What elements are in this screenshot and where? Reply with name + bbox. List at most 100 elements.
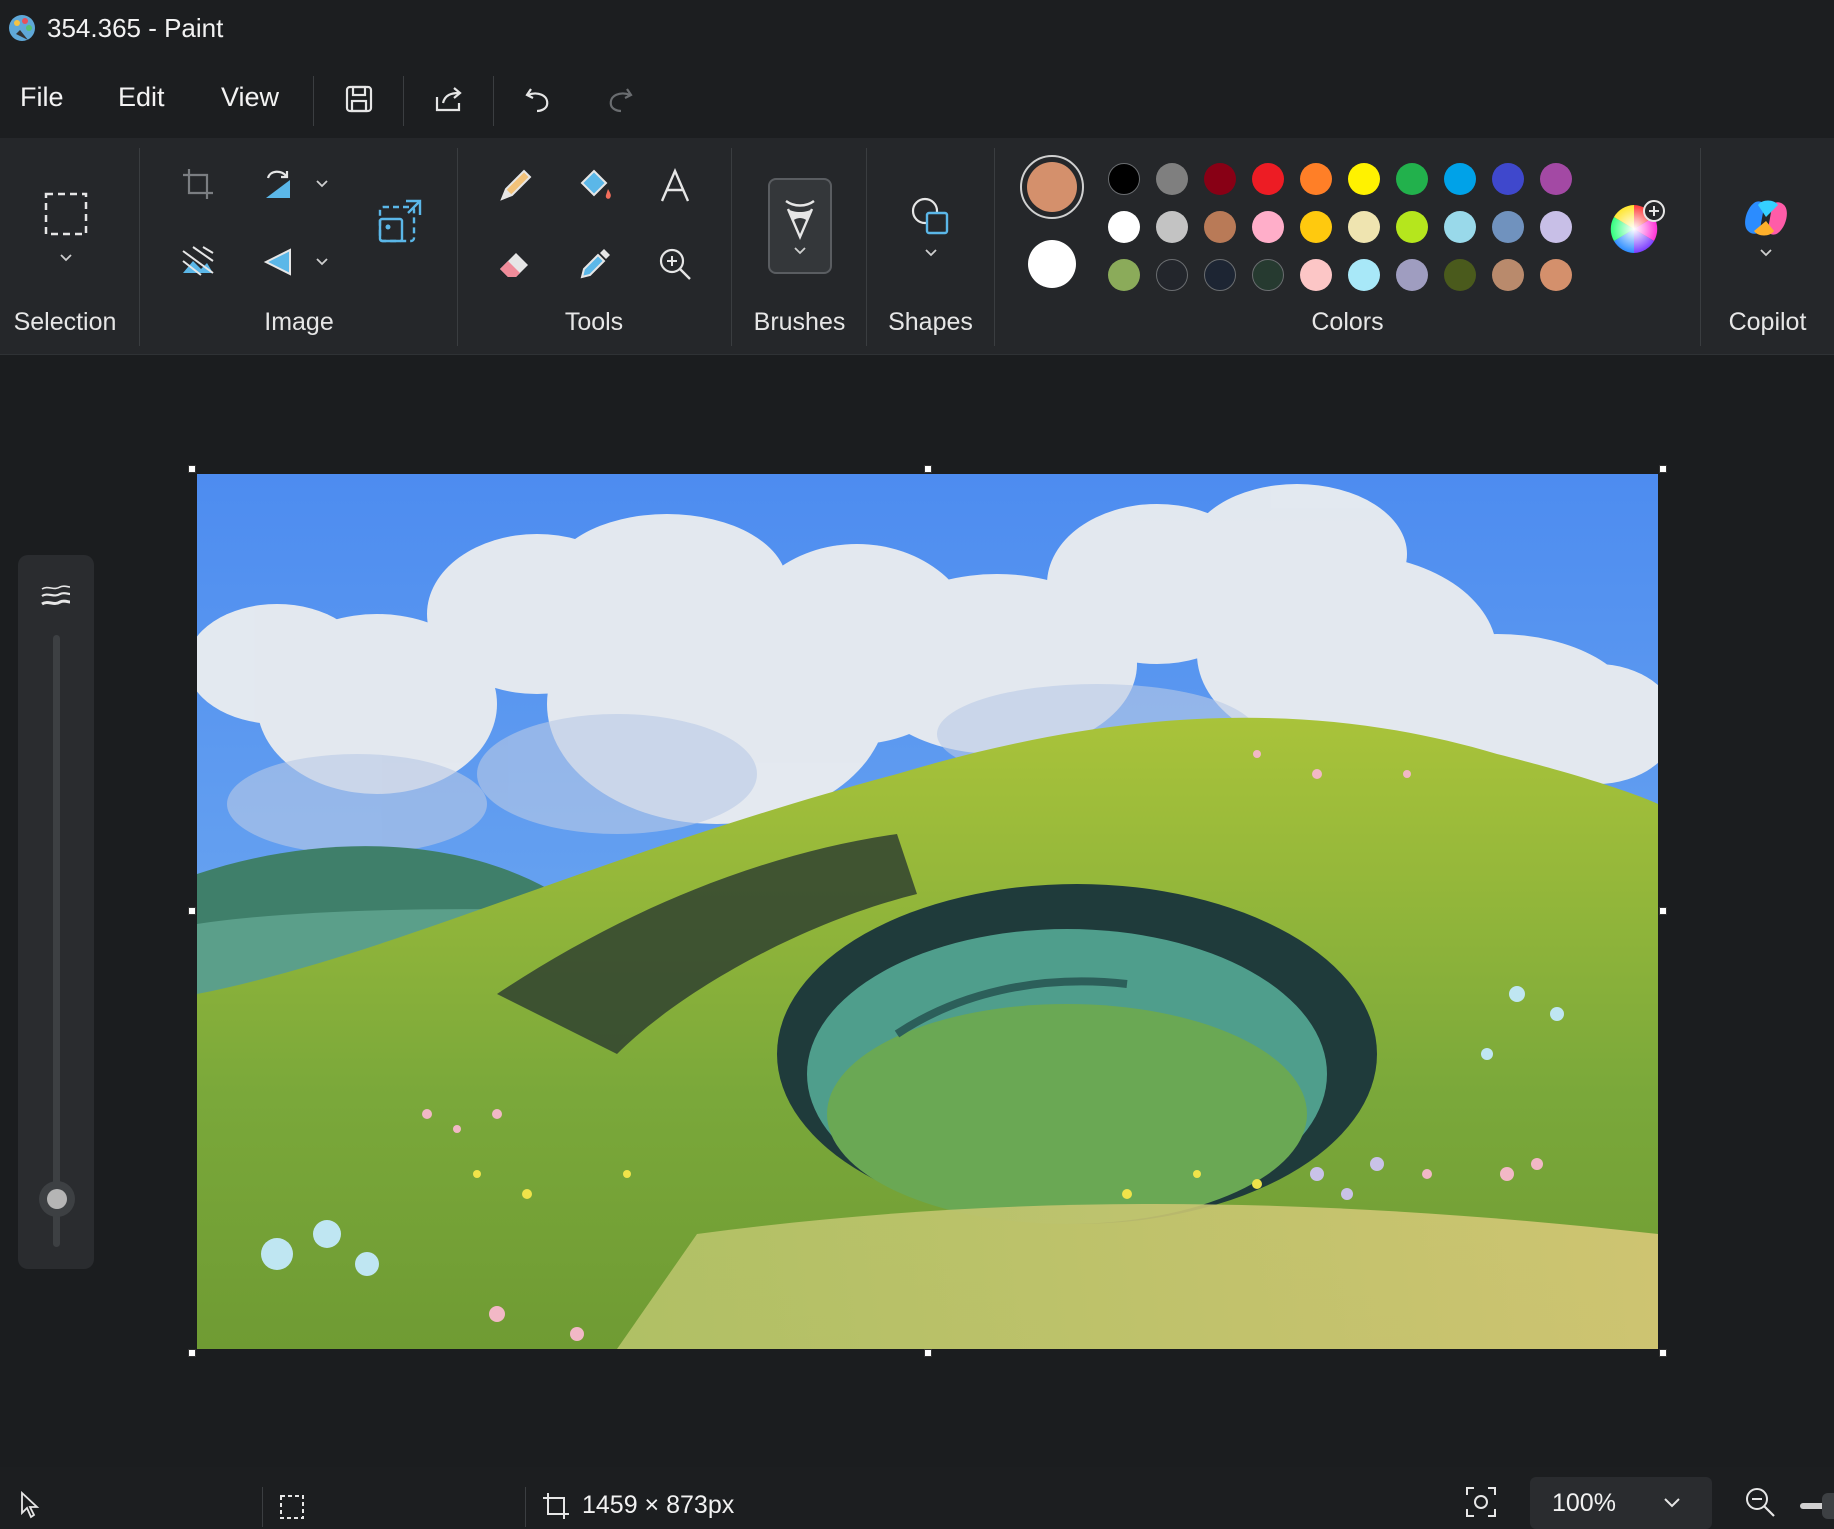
eraser-tool[interactable]: [487, 236, 543, 292]
brush-icon: [785, 199, 815, 241]
flip-dropdown[interactable]: [250, 234, 340, 290]
zoom-level-value: 100%: [1552, 1489, 1616, 1517]
color-swatch[interactable]: [1492, 259, 1524, 291]
color-swatch[interactable]: [1396, 211, 1428, 243]
color-swatch[interactable]: [1492, 163, 1524, 195]
status-divider: [525, 1487, 526, 1527]
resize-handle-top[interactable]: [924, 465, 932, 473]
resize-handle-top-right[interactable]: [1659, 465, 1667, 473]
color-swatch[interactable]: [1540, 259, 1572, 291]
resize-handle-right[interactable]: [1659, 907, 1667, 915]
color-picker-tool[interactable]: [567, 236, 623, 292]
save-button[interactable]: [335, 76, 383, 122]
redo-button[interactable]: [595, 76, 643, 122]
resize-handle-left[interactable]: [188, 907, 196, 915]
color-swatch[interactable]: [1156, 259, 1188, 291]
menu-divider: [313, 76, 314, 126]
color-swatch[interactable]: [1108, 163, 1140, 195]
paint-bucket-icon: [580, 169, 611, 199]
slider-thumb[interactable]: [39, 1181, 75, 1217]
color-swatch[interactable]: [1252, 211, 1284, 243]
color-swatch[interactable]: [1396, 259, 1428, 291]
slider-thumb-knob: [47, 1189, 67, 1209]
color-swatch[interactable]: [1348, 163, 1380, 195]
color-swatch[interactable]: [1492, 211, 1524, 243]
menu-edit[interactable]: Edit: [114, 80, 169, 115]
zoom-slider-thumb[interactable]: [1822, 1493, 1834, 1519]
stroke-size-icon: [41, 585, 71, 606]
chevron-down-icon: [316, 258, 328, 266]
color-swatch[interactable]: [1204, 259, 1236, 291]
resize-handle-top-left[interactable]: [188, 465, 196, 473]
selection-tool[interactable]: [38, 182, 94, 272]
color-swatch[interactable]: [1348, 259, 1380, 291]
color-swatch[interactable]: [1396, 163, 1428, 195]
secondary-color-swatch[interactable]: [1028, 240, 1076, 288]
crop-button[interactable]: [170, 156, 226, 212]
copilot-dropdown[interactable]: [1736, 182, 1796, 272]
edit-colors-button[interactable]: [1605, 196, 1669, 260]
color-swatch[interactable]: [1300, 163, 1332, 195]
magnifier-tool[interactable]: [647, 236, 703, 292]
paint-app-icon: [9, 15, 35, 41]
flip-icon: [263, 248, 291, 276]
color-swatch[interactable]: [1108, 211, 1140, 243]
canvas-workspace: [0, 355, 1834, 1467]
chevron-down-icon: [1760, 249, 1772, 257]
pencil-tool[interactable]: [487, 158, 543, 214]
rotate-dropdown[interactable]: [250, 156, 340, 212]
color-swatch[interactable]: [1300, 259, 1332, 291]
shapes-dropdown[interactable]: [903, 182, 959, 272]
color-swatch[interactable]: [1156, 163, 1188, 195]
chevron-down-icon: [60, 254, 72, 262]
brushes-dropdown[interactable]: [768, 178, 832, 274]
undo-button[interactable]: [515, 76, 563, 122]
color-swatch[interactable]: [1444, 163, 1476, 195]
resize-button[interactable]: [372, 194, 428, 250]
color-swatch[interactable]: [1252, 259, 1284, 291]
menu-view[interactable]: View: [217, 80, 283, 115]
color-swatch[interactable]: [1348, 211, 1380, 243]
primary-color-ring[interactable]: [1020, 155, 1084, 219]
slider-track[interactable]: [53, 635, 60, 1247]
primary-color-swatch: [1027, 162, 1077, 212]
ribbon-toolbar: Selection Image Tools Brushes Shapes Col…: [0, 138, 1834, 355]
fill-tool[interactable]: [567, 158, 623, 214]
rectangle-select-icon: [44, 192, 88, 236]
group-label-tools: Tools: [564, 308, 624, 336]
copilot-icon: [1745, 200, 1787, 236]
window-title: 354.365 - Paint: [47, 13, 224, 43]
chevron-down-icon: [794, 247, 806, 255]
fit-to-window-button[interactable]: [1458, 1479, 1504, 1525]
eraser-icon: [500, 253, 528, 277]
group-label-selection: Selection: [13, 308, 117, 336]
color-swatch[interactable]: [1108, 259, 1140, 291]
color-swatch[interactable]: [1204, 163, 1236, 195]
color-swatch[interactable]: [1540, 163, 1572, 195]
color-swatch[interactable]: [1252, 163, 1284, 195]
remove-background-button[interactable]: [170, 234, 226, 290]
color-swatch[interactable]: [1204, 211, 1236, 243]
share-button[interactable]: [425, 76, 473, 122]
resize-handle-bottom-left[interactable]: [188, 1349, 196, 1357]
zoom-out-button[interactable]: [1737, 1479, 1783, 1525]
color-swatch[interactable]: [1444, 211, 1476, 243]
brush-size-slider-panel: [18, 555, 94, 1269]
rotate-icon: [266, 170, 290, 198]
menu-file[interactable]: File: [16, 80, 68, 115]
color-swatch[interactable]: [1540, 211, 1572, 243]
save-icon: [345, 85, 373, 113]
menu-divider: [403, 76, 404, 126]
color-swatch[interactable]: [1156, 211, 1188, 243]
color-swatch[interactable]: [1444, 259, 1476, 291]
group-label-colors: Colors: [1311, 308, 1384, 336]
text-tool[interactable]: [647, 158, 703, 214]
eyedropper-icon: [580, 249, 610, 279]
chevron-down-icon: [316, 180, 328, 188]
zoom-level-dropdown[interactable]: 100%: [1530, 1477, 1712, 1529]
resize-handle-bottom[interactable]: [924, 1349, 932, 1357]
color-swatch[interactable]: [1300, 211, 1332, 243]
title-bar: 354.365 - Paint: [0, 0, 1834, 58]
canvas-image[interactable]: [197, 474, 1658, 1349]
resize-handle-bottom-right[interactable]: [1659, 1349, 1667, 1357]
